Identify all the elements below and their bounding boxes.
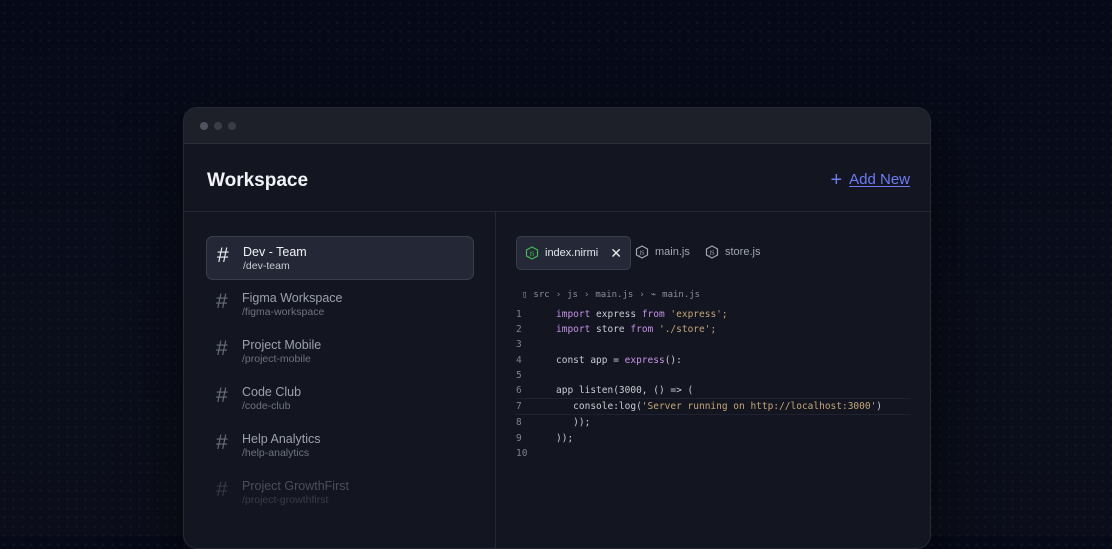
breadcrumb: ▯ src › js › main.js › ⌁ main.js — [522, 290, 700, 300]
channel-item-help-analytics[interactable]: # Help Analytics /help-analytics — [206, 424, 472, 466]
code-line: 10 — [516, 447, 528, 459]
symbol-icon: ⌁ — [650, 290, 657, 300]
page-title: Workspace — [207, 170, 309, 191]
app-window: Workspace + Add New # Dev - Team /dev-te… — [183, 107, 931, 549]
window-close-dot[interactable] — [200, 122, 208, 130]
svg-text:JS: JS — [638, 250, 645, 256]
file-icon: ▯ — [522, 290, 528, 300]
channel-path: /help-analytics — [242, 447, 310, 459]
hash-icon: # — [216, 290, 228, 313]
channel-path: /code-club — [242, 400, 291, 412]
tab-label: main.js — [655, 246, 690, 258]
channel-name: Code Club — [242, 385, 302, 399]
window-minimize-dot[interactable] — [214, 122, 222, 130]
channel-path: /figma-workspace — [242, 306, 325, 318]
code-line: 6 app listen(3000, () => ( — [516, 384, 694, 396]
channel-name: Figma Workspace — [242, 291, 343, 305]
channel-path: /project-growthfirst — [242, 494, 329, 506]
nodejs-icon: JS — [705, 245, 719, 259]
hash-icon: # — [217, 244, 229, 267]
add-new-button[interactable]: + Add New — [830, 168, 910, 191]
channel-name: Help Analytics — [242, 432, 321, 446]
channel-path: /dev-team — [243, 260, 290, 272]
channel-name: Dev - Team — [243, 245, 307, 259]
add-new-label: Add New — [849, 171, 910, 188]
title-bar — [184, 108, 930, 144]
breadcrumb-item[interactable]: src — [533, 290, 549, 300]
code-line: 8 )); — [516, 417, 591, 429]
chevron-right-icon: › — [583, 290, 590, 300]
channel-item-figma-workspace[interactable]: # Figma Workspace /figma-workspace — [206, 283, 472, 325]
breadcrumb-item[interactable]: main.js — [662, 290, 700, 300]
code-editor: JS index.nirmi ✕ JS main.js JS store.js … — [496, 212, 930, 548]
code-area[interactable]: 1 import express from 'express'; 2 import … — [516, 307, 911, 461]
channel-item-project-growthfirst[interactable]: # Project GrowthFirst /project-growthfir… — [206, 471, 472, 513]
channel-name: Project GrowthFirst — [242, 479, 349, 493]
channel-item-code-club[interactable]: # Code Club /code-club — [206, 377, 472, 419]
window-maximize-dot[interactable] — [228, 122, 236, 130]
tab-main-js[interactable]: JS main.js — [635, 236, 690, 268]
code-line: 7 console:log('Server running on http://… — [516, 398, 911, 416]
breadcrumb-item[interactable]: main.js — [595, 290, 633, 300]
code-line: 4 const app = express(): — [516, 354, 682, 366]
tab-store-js[interactable]: JS store.js — [705, 236, 760, 268]
hash-icon: # — [216, 337, 228, 360]
channel-item-project-mobile[interactable]: # Project Mobile /project-mobile — [206, 330, 472, 372]
chevron-right-icon: › — [639, 290, 645, 300]
channel-path: /project-mobile — [242, 353, 311, 365]
separator: › — [555, 290, 562, 300]
svg-text:JS: JS — [708, 250, 715, 256]
code-line: 3 — [516, 339, 522, 351]
hash-icon: # — [216, 431, 228, 454]
channel-item-dev-team[interactable]: # Dev - Team /dev-team — [206, 236, 474, 280]
code-line: 9)); — [516, 432, 574, 444]
close-icon[interactable]: ✕ — [610, 245, 622, 262]
channel-list: # Dev - Team /dev-team # Figma Workspace… — [184, 212, 496, 548]
svg-text:JS: JS — [528, 251, 535, 257]
workspace-header: Workspace + Add New — [184, 144, 930, 212]
tab-label: index.nirmi — [545, 247, 599, 259]
workspace-body: # Dev - Team /dev-team # Figma Workspace… — [184, 212, 930, 548]
plus-icon: + — [830, 168, 843, 191]
nodejs-icon: JS — [525, 246, 539, 260]
code-line: 2 import store from './store'; — [516, 324, 717, 336]
code-line: 5 — [516, 369, 522, 381]
nodejs-icon: JS — [635, 245, 649, 259]
breadcrumb-item[interactable]: js — [567, 290, 578, 300]
code-line: 1 import express from 'express'; — [516, 309, 728, 320]
tab-index-nirmi[interactable]: JS index.nirmi ✕ — [516, 236, 631, 270]
hash-icon: # — [216, 478, 228, 501]
hash-icon: # — [216, 384, 228, 407]
channel-name: Project Mobile — [242, 338, 322, 352]
tab-label: store.js — [725, 246, 761, 258]
